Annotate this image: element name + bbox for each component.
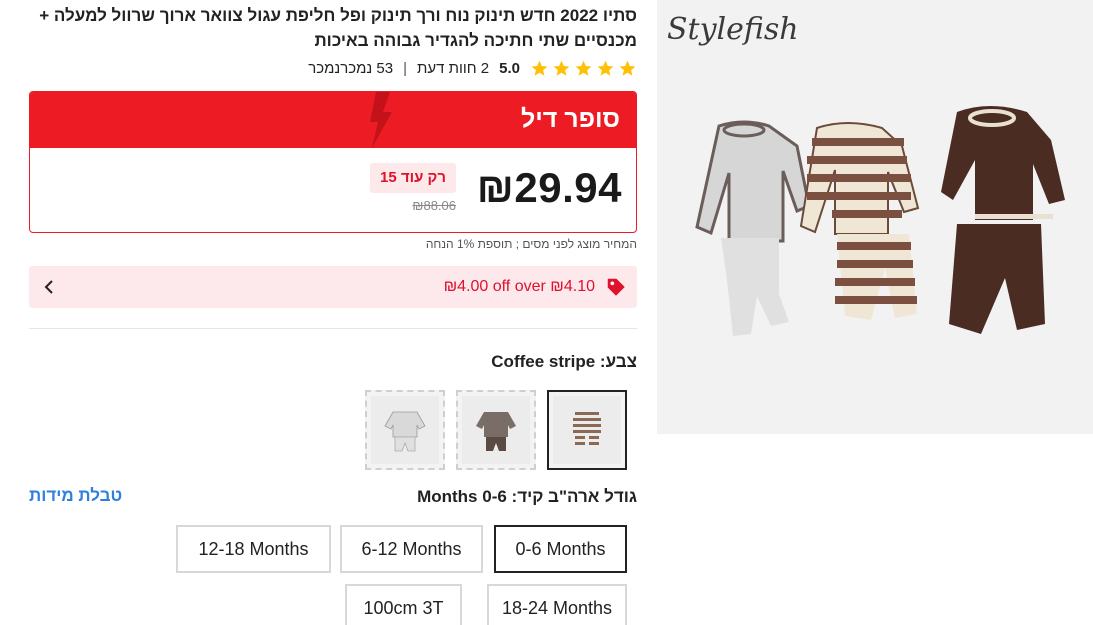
size-option-18-24[interactable]: 18-24 Months (487, 584, 627, 625)
pajama-brown-thumbnail (462, 396, 530, 464)
current-price: ₪29.94 (476, 164, 622, 211)
color-label: צבע: Coffee stripe (491, 352, 637, 371)
sold-count: 53 נמכרנמכר (308, 59, 394, 77)
size-label: גודל ארה"ב קיד: 0-6 Months (417, 487, 637, 506)
product-photo-illustration (695, 106, 1065, 336)
size-chart-link[interactable]: טבלת מידות (29, 486, 122, 506)
pajama-striped-thumbnail (553, 396, 621, 464)
star-icon (619, 60, 636, 76)
pajama-gray-thumbnail (371, 396, 439, 464)
product-info-panel: סתיו 2022 חדש תינוק נוח ורך תינוק ופל חל… (29, 0, 637, 625)
super-deal-box: סופר דיל ₪29.94 רק עוד 15 ₪88.06 (29, 91, 637, 233)
color-swatch-coffee-stripe[interactable] (547, 390, 627, 470)
star-icon (575, 60, 592, 76)
star-icon (597, 60, 614, 76)
product-title: סתיו 2022 חדש תינוק נוח ורך תינוק ופל חל… (39, 6, 637, 50)
chevron-left-icon[interactable] (43, 278, 55, 296)
rating-value: 5.0 (499, 59, 520, 77)
reviews-link[interactable]: 2 חוות דעת (417, 60, 489, 77)
section-divider (29, 328, 637, 329)
star-icon (531, 60, 548, 76)
size-option-12-18[interactable]: 12-18 Months (176, 525, 331, 573)
color-swatch-coffee[interactable] (456, 390, 536, 470)
super-deal-title: סופר דיל (520, 105, 620, 133)
super-deal-header: סופר דיל (30, 92, 636, 148)
color-swatches (365, 390, 627, 470)
lightning-bolt-icon (370, 92, 392, 148)
star-icon (553, 60, 570, 76)
rating-row: 5.0 2 חוות דעת | 53 נמכרנמכר (308, 57, 637, 79)
product-image[interactable]: Stylefish (657, 0, 1093, 434)
original-price: ₪88.06 (412, 198, 456, 213)
star-rating[interactable] (530, 59, 637, 78)
coupon-text: ₪4.00 off over ₪4.10 (443, 278, 595, 295)
stock-badge: רק עוד 15 (369, 163, 456, 193)
deal-price-area: ₪29.94 רק עוד 15 ₪88.06 (30, 148, 636, 232)
divider-bar: | (403, 59, 408, 77)
tag-icon (607, 278, 625, 296)
color-swatch-light-gray[interactable] (365, 390, 445, 470)
coupon-banner[interactable]: ₪4.00 off over ₪4.10 (29, 266, 637, 308)
size-option-100cm-3t[interactable]: 100cm 3T (345, 584, 462, 625)
size-option-6-12[interactable]: 6-12 Months (340, 525, 483, 573)
size-option-0-6[interactable]: 0-6 Months (494, 525, 627, 573)
tax-note: המחיר מוצג לפני מסים ; תוספת 1% הנחה (425, 237, 637, 251)
